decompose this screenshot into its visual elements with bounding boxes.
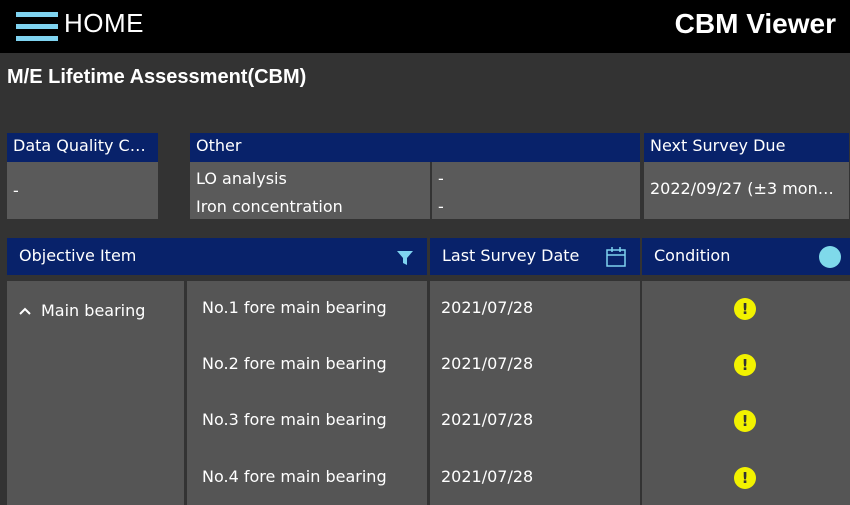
app-title: CBM Viewer bbox=[674, 8, 836, 39]
filter-icon[interactable] bbox=[396, 249, 414, 267]
table-row-date: 2021/07/28 bbox=[441, 467, 534, 486]
warning-icon[interactable]: ! bbox=[734, 410, 756, 432]
iron-concentration-label: Iron concentration bbox=[196, 197, 343, 216]
table-row-item[interactable]: No.2 fore main bearing bbox=[202, 354, 424, 378]
iron-concentration-value: - bbox=[438, 197, 444, 216]
next-survey-value: 2022/09/27 (±3 mon… bbox=[644, 162, 849, 219]
warning-icon[interactable]: ! bbox=[734, 354, 756, 376]
other-labels: LO analysis Iron concentration bbox=[190, 162, 430, 219]
lo-analysis-label: LO analysis bbox=[196, 169, 287, 188]
warning-icon[interactable]: ! bbox=[734, 467, 756, 489]
next-survey-header: Next Survey Due bbox=[644, 133, 849, 162]
table-row-date: 2021/07/28 bbox=[441, 298, 534, 317]
other-values: - - bbox=[432, 162, 640, 219]
table-row-date: 2021/07/28 bbox=[441, 354, 534, 373]
home-link[interactable]: HOME bbox=[64, 8, 144, 39]
chevron-up-icon[interactable] bbox=[18, 304, 32, 318]
data-quality-value: - bbox=[7, 162, 158, 219]
table-row-item[interactable]: No.1 fore main bearing bbox=[202, 298, 424, 322]
calendar-icon[interactable] bbox=[605, 246, 627, 268]
table-row-item[interactable]: No.4 fore main bearing bbox=[202, 467, 424, 491]
circle-icon[interactable] bbox=[819, 246, 841, 268]
objective-item-header[interactable]: Objective Item bbox=[7, 238, 427, 275]
page-title: M/E Lifetime Assessment(CBM) bbox=[7, 66, 307, 88]
other-header: Other bbox=[190, 133, 640, 162]
hamburger-icon[interactable] bbox=[16, 12, 58, 42]
lo-analysis-value: - bbox=[438, 169, 444, 188]
table-row-item[interactable]: No.3 fore main bearing bbox=[202, 410, 424, 434]
top-bar: HOME CBM Viewer bbox=[0, 0, 850, 53]
warning-icon[interactable]: ! bbox=[734, 298, 756, 320]
table-row-date: 2021/07/28 bbox=[441, 410, 534, 429]
main-bearing-label[interactable]: Main bearing bbox=[41, 301, 181, 325]
data-quality-header: Data Quality Condi… bbox=[7, 133, 158, 162]
